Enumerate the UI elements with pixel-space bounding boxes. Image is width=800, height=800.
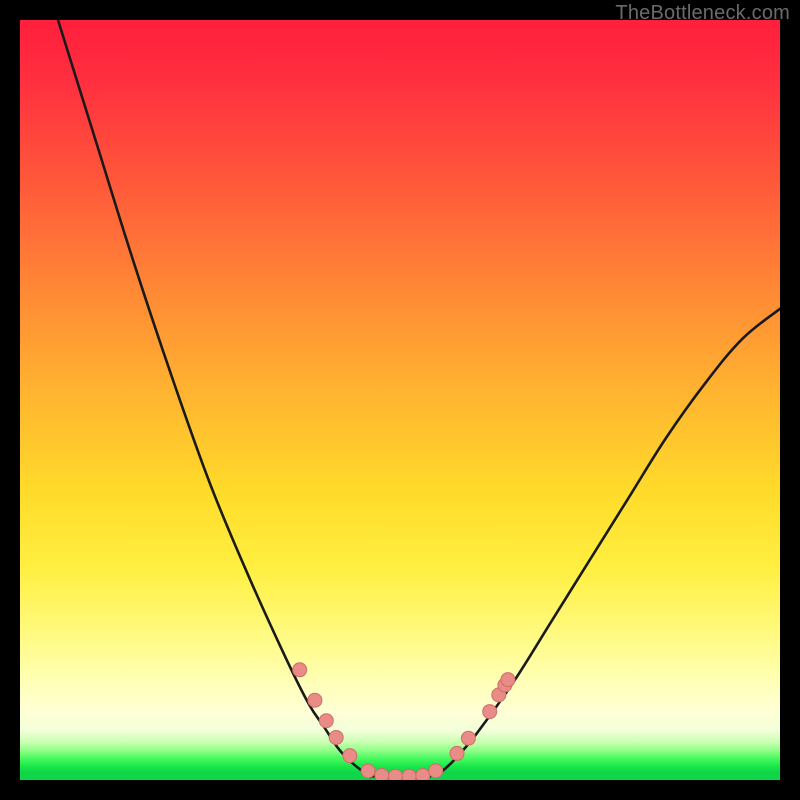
plot-area xyxy=(20,20,780,780)
gradient-background xyxy=(20,20,780,780)
chart-stage: TheBottleneck.com xyxy=(0,0,800,800)
